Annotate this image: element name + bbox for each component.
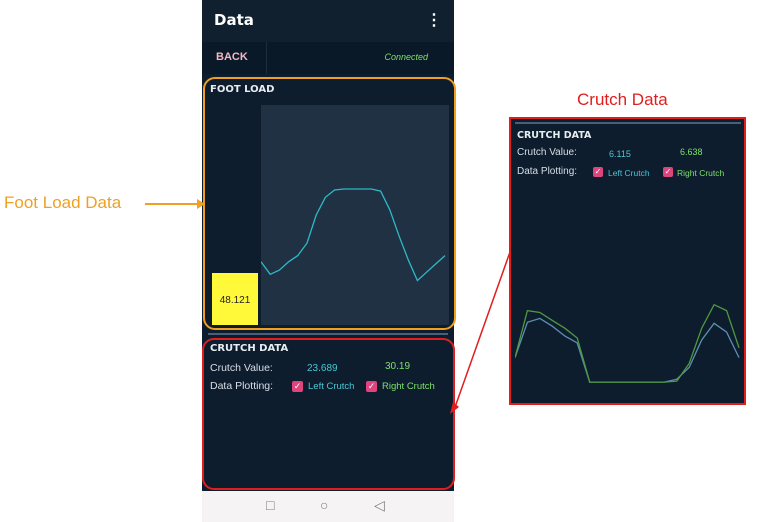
- crutch-data-annotation: Crutch Data: [577, 90, 668, 109]
- inset-left-value: 6.115: [609, 149, 631, 159]
- back-button[interactable]: BACK: [216, 51, 248, 63]
- crutch-data-inset: CRUTCH DATA Crutch Value: 6.115 6.638 Da…: [509, 117, 746, 405]
- section-divider: [208, 333, 448, 335]
- recents-icon[interactable]: □: [266, 497, 274, 513]
- inset-plotting-label: Data Plotting:: [517, 166, 578, 177]
- foot-load-annotation: Foot Load Data: [4, 193, 122, 212]
- inset-left-checkbox[interactable]: ✓: [593, 167, 603, 177]
- inset-left-crutch-line: [515, 317, 740, 383]
- inset-right-crutch-line: [515, 303, 740, 383]
- crutch-data-highlight: [202, 338, 455, 490]
- toolbar-divider: [266, 42, 267, 74]
- connection-status: Connected: [384, 52, 428, 62]
- inset-crutch-title: CRUTCH DATA: [517, 130, 592, 141]
- system-nav-bar: □ ○ ◁: [202, 491, 454, 522]
- foot-load-highlight: [203, 77, 456, 330]
- inset-right-label: Right Crutch: [677, 168, 725, 178]
- app-bar: Data ⋮: [202, 0, 454, 42]
- inset-crutch-value-label: Crutch Value:: [517, 147, 577, 158]
- inset-right-checkbox[interactable]: ✓: [663, 167, 673, 177]
- inset-crutch-chart: [515, 303, 740, 383]
- inset-left-label: Left Crutch: [608, 168, 650, 178]
- inset-right-value: 6.638: [680, 147, 703, 157]
- home-icon[interactable]: ○: [320, 497, 328, 513]
- foot-load-arrow: [145, 199, 205, 209]
- overflow-menu-icon[interactable]: ⋮: [426, 10, 442, 30]
- zoom-connector: [450, 251, 511, 414]
- app-title: Data: [214, 11, 254, 29]
- toolbar: BACK Connected: [202, 42, 454, 74]
- back-nav-icon[interactable]: ◁: [374, 497, 385, 514]
- inset-divider: [515, 122, 741, 124]
